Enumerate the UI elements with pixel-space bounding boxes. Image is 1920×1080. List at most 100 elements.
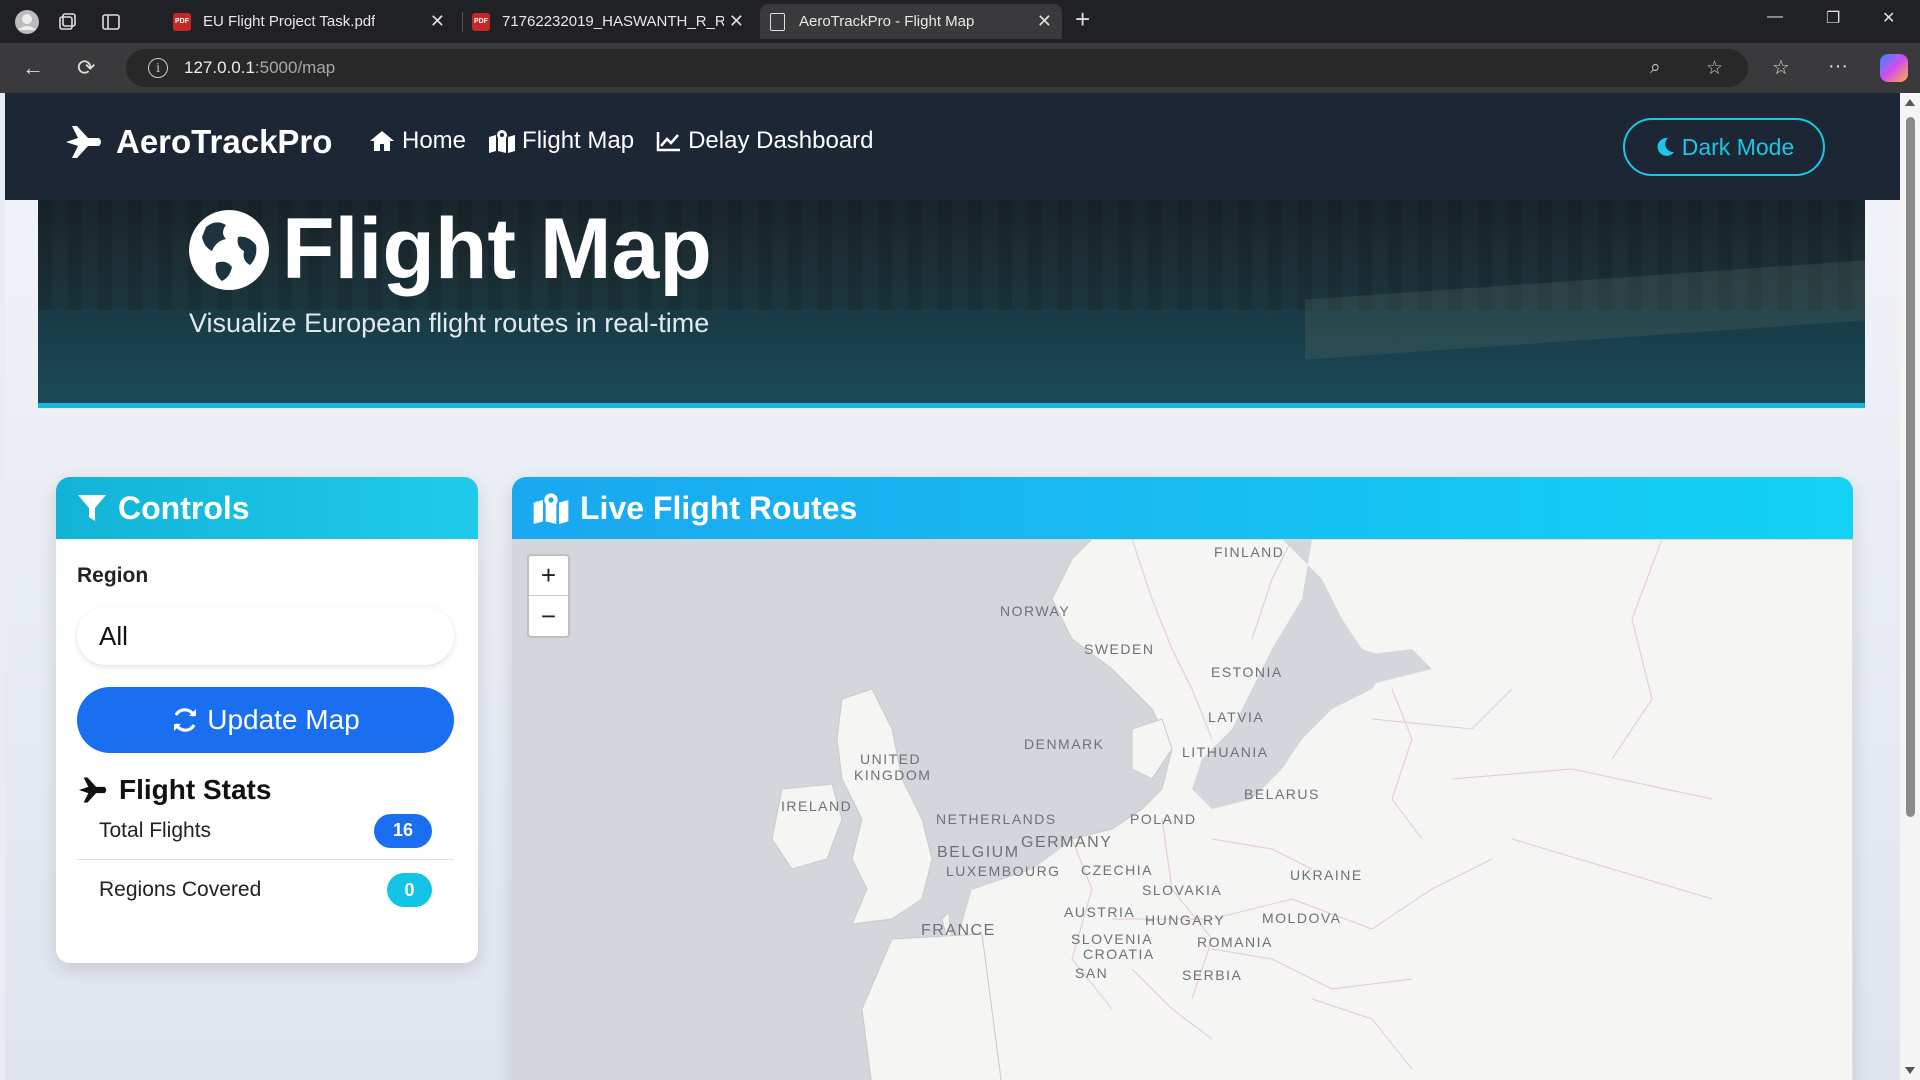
- map-label-croatia: CROATIA: [1083, 946, 1155, 962]
- new-tab-icon[interactable]: +: [1075, 4, 1090, 35]
- map-label-czechia: CZECHIA: [1081, 862, 1153, 878]
- restore-icon[interactable]: ❐: [1826, 8, 1840, 28]
- url-input[interactable]: i 127.0.0.1:5000/map ⌕ ☆: [126, 49, 1748, 87]
- pdf-icon: PDF: [173, 12, 191, 31]
- copilot-icon[interactable]: [1880, 54, 1908, 82]
- page-viewport: AeroTrackPro Home Flight Map Delay Dashb…: [5, 93, 1900, 1080]
- regions-covered-badge: 0: [387, 873, 432, 907]
- map-label-united: UNITED: [860, 751, 922, 767]
- zoom-out-button[interactable]: −: [529, 596, 568, 636]
- hero-banner: Flight Map Visualize European flight rou…: [38, 200, 1865, 408]
- tab-flight-map[interactable]: AeroTrackPro - Flight Map ✕: [760, 4, 1062, 39]
- update-map-button[interactable]: Update Map: [77, 687, 454, 753]
- document-icon: [770, 12, 785, 31]
- map-label-serbia: SERBIA: [1182, 967, 1243, 983]
- profile-icon[interactable]: [12, 7, 42, 37]
- zoom-in-button[interactable]: +: [529, 556, 568, 596]
- stat-label: Regions Covered: [99, 878, 262, 901]
- dark-mode-label: Dark Mode: [1681, 133, 1795, 160]
- home-icon: [370, 131, 394, 151]
- plane-icon: [66, 126, 101, 158]
- map-label-germany: GERMANY: [1021, 834, 1113, 851]
- close-tab-icon[interactable]: ✕: [430, 11, 445, 32]
- zoom-control: + −: [527, 554, 570, 638]
- map-label-romania: ROMANIA: [1197, 934, 1273, 950]
- favorite-star-icon[interactable]: ☆: [1706, 57, 1723, 80]
- map-label-ukraine: UKRAINE: [1290, 867, 1363, 883]
- scroll-down-icon[interactable]: [1905, 1067, 1915, 1074]
- map-card: Live Flight Routes + − FINLAND NORWAY SW…: [512, 477, 1853, 1080]
- tab-pdf-resume[interactable]: PDF 71762232019_HASWANTH_R_RES ✕: [462, 4, 754, 39]
- tab-pdf-task[interactable]: PDF EU Flight Project Task.pdf ✕: [163, 4, 455, 39]
- map-label-poland: POLAND: [1130, 811, 1197, 827]
- tab-title: 71762232019_HASWANTH_R_RES: [502, 13, 724, 30]
- reload-icon[interactable]: ⟳: [77, 55, 95, 81]
- region-select-value: All: [99, 620, 128, 651]
- map-label-finland: FINLAND: [1214, 544, 1285, 560]
- globe-europe-icon: [189, 209, 269, 290]
- url-path: :5000/map: [254, 58, 336, 77]
- map-label-lithuania: LITHUANIA: [1182, 744, 1269, 760]
- brand-logo[interactable]: AeroTrackPro: [64, 123, 332, 161]
- map-label-kingdom: KINGDOM: [854, 767, 932, 783]
- map-marked-icon: [533, 493, 569, 524]
- moon-icon: [1657, 137, 1674, 156]
- map-header-label: Live Flight Routes: [580, 489, 858, 526]
- controls-header-label: Controls: [118, 489, 250, 526]
- brand-name: AeroTrackPro: [116, 123, 333, 160]
- nav-home-label: Home: [402, 127, 467, 154]
- nav-delay-dashboard[interactable]: Delay Dashboard: [656, 127, 874, 155]
- map-label-estonia: ESTONIA: [1211, 664, 1283, 680]
- page-scrollbar[interactable]: [1900, 93, 1920, 1080]
- map-label-slovenia: SLOVENIA: [1071, 931, 1154, 947]
- region-label: Region: [77, 564, 149, 587]
- close-tab-icon[interactable]: ✕: [1037, 11, 1052, 32]
- close-window-icon[interactable]: ✕: [1882, 8, 1895, 28]
- controls-card: Controls Region All Update Map Flight St…: [56, 477, 478, 963]
- controls-header: Controls: [56, 477, 478, 539]
- favorites-icon[interactable]: ☆: [1772, 55, 1790, 80]
- minimize-icon[interactable]: —: [1767, 8, 1783, 26]
- europe-basemap: [512, 539, 1853, 1080]
- chart-line-icon: [656, 132, 681, 152]
- pdf-icon: PDF: [472, 12, 490, 31]
- leaflet-map[interactable]: + − FINLAND NORWAY SWEDEN ESTONIA LATVIA…: [512, 539, 1853, 1080]
- map-label-moldova: MOLDOVA: [1262, 910, 1342, 926]
- filter-icon: [78, 495, 106, 521]
- nav-home[interactable]: Home: [368, 127, 466, 155]
- tab-title: AeroTrackPro - Flight Map: [799, 13, 975, 30]
- map-label-hungary: HUNGARY: [1145, 912, 1226, 928]
- map-label-belgium: BELGIUM: [937, 844, 1020, 861]
- zoom-icon[interactable]: ⌕: [1650, 57, 1661, 79]
- update-map-label: Update Map: [207, 704, 360, 735]
- stat-regions-covered: Regions Covered 0: [77, 861, 454, 919]
- stat-total-flights: Total Flights 16: [77, 802, 454, 860]
- nav-flight-map-label: Flight Map: [522, 127, 635, 154]
- map-label-belarus: BELARUS: [1244, 786, 1320, 802]
- scrollbar-thumb[interactable]: [1906, 117, 1915, 817]
- site-info-icon[interactable]: i: [148, 58, 168, 78]
- sync-icon: [174, 708, 197, 732]
- map-label-slovakia: SLOVAKIA: [1142, 882, 1223, 898]
- map-label-netherlands: NETHERLANDS: [936, 811, 1057, 827]
- map-marked-icon: [489, 130, 516, 153]
- dark-mode-button[interactable]: Dark Mode: [1623, 118, 1825, 176]
- back-icon[interactable]: ←: [22, 55, 44, 81]
- nav-flight-map[interactable]: Flight Map: [488, 127, 634, 155]
- tab-actions-icon[interactable]: [96, 7, 126, 37]
- map-label-san: SAN: [1075, 965, 1109, 981]
- map-label-sweden: SWEDEN: [1084, 641, 1155, 657]
- page-title: Flight Map: [186, 200, 712, 299]
- total-flights-badge: 16: [374, 813, 432, 848]
- more-menu-icon[interactable]: ···: [1828, 55, 1848, 78]
- region-select[interactable]: All: [77, 607, 454, 665]
- map-label-luxembourg: LUXEMBOURG: [946, 863, 1061, 879]
- tab-title: EU Flight Project Task.pdf: [203, 13, 376, 30]
- nav-links: Home Flight Map Delay Dashboard: [368, 127, 874, 155]
- address-bar-row: ← ⟳ i 127.0.0.1:5000/map ⌕ ☆ ☆ ···: [0, 43, 1920, 93]
- scroll-up-icon[interactable]: [1905, 99, 1915, 106]
- collections-icon[interactable]: [52, 7, 82, 37]
- nav-delay-dashboard-label: Delay Dashboard: [688, 127, 874, 154]
- close-tab-icon[interactable]: ✕: [729, 11, 744, 32]
- stat-label: Total Flights: [99, 818, 212, 842]
